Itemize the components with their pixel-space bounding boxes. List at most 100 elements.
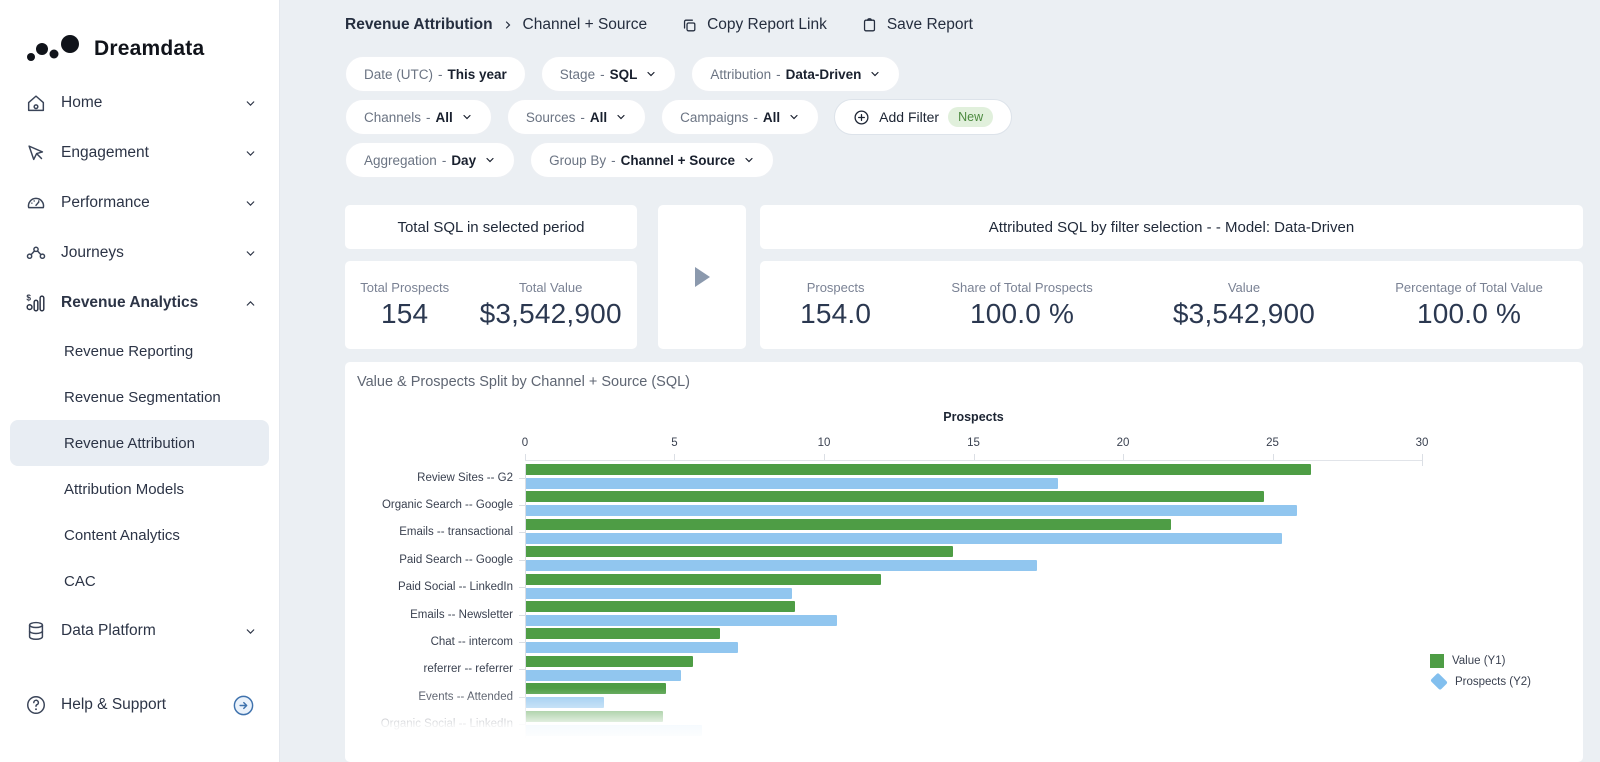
- legend-item[interactable]: Value (Y1): [1430, 650, 1531, 671]
- category-label: Chat -- intercom: [345, 636, 513, 648]
- value-bar[interactable]: [526, 656, 693, 667]
- svg-text:$: $: [26, 294, 31, 303]
- sidebar: Dreamdata Home Engagement Performance: [0, 0, 280, 762]
- category-label: Emails -- Newsletter: [345, 609, 513, 621]
- expand-arrow-panel[interactable]: [658, 205, 746, 349]
- value-bar[interactable]: [526, 464, 1311, 475]
- filter-attribution[interactable]: Attribution - Data-Driven: [691, 56, 900, 92]
- stat-label: Total Prospects: [360, 280, 449, 295]
- sidebar-item-data-platform[interactable]: Data Platform: [0, 606, 279, 656]
- stat-total-value: Total Value $3,542,900: [480, 280, 622, 330]
- value-bar[interactable]: [526, 711, 663, 722]
- x-tick-label: 25: [1266, 437, 1279, 449]
- save-report-label: Save Report: [887, 16, 973, 34]
- breadcrumb-page: Channel + Source: [523, 16, 648, 34]
- filter-group-by[interactable]: Group By - Channel + Source: [530, 142, 774, 178]
- filter-sources[interactable]: Sources - All: [507, 99, 646, 135]
- filter-date[interactable]: Date (UTC) - This year: [345, 56, 526, 92]
- x-tick-label: 15: [967, 437, 980, 449]
- chart-bar-group: Organic Search -- Google: [526, 491, 1422, 518]
- chevron-down-icon: [615, 111, 627, 123]
- filter-aggregation[interactable]: Aggregation - Day: [345, 142, 515, 178]
- arrow-right-circle-icon[interactable]: [232, 694, 255, 717]
- value-bar[interactable]: [526, 491, 1264, 502]
- prospects-bar[interactable]: [526, 505, 1297, 516]
- filter-row-1: Date (UTC) - This year Stage - SQL Attri…: [345, 56, 1583, 92]
- legend-diamond-marker: [1430, 673, 1448, 691]
- sidebar-item-revenue-reporting[interactable]: Revenue Reporting: [10, 328, 269, 374]
- filter-label: Attribution: [710, 67, 771, 82]
- sidebar-item-home[interactable]: Home: [0, 78, 279, 128]
- chart-bar-group: Review Sites -- G2: [526, 464, 1422, 491]
- sidebar-item-revenue-analytics[interactable]: $ Revenue Analytics: [0, 278, 279, 328]
- category-tick: [519, 724, 526, 725]
- copy-report-link-button[interactable]: Copy Report Link: [681, 16, 827, 34]
- stat-label: Total Value: [480, 280, 622, 295]
- sidebar-item-revenue-attribution[interactable]: Revenue Attribution: [10, 420, 269, 466]
- brand-logo[interactable]: Dreamdata: [0, 0, 279, 78]
- sidebar-item-revenue-segmentation[interactable]: Revenue Segmentation: [10, 374, 269, 420]
- sidebar-item-cac[interactable]: CAC: [10, 558, 269, 604]
- stat-share-of-total-prospects: Share of Total Prospects 100.0 %: [951, 280, 1092, 330]
- prospects-bar[interactable]: [526, 670, 681, 681]
- sidebar-item-help-support[interactable]: Help & Support: [0, 680, 279, 730]
- sidebar-item-journeys[interactable]: Journeys: [0, 228, 279, 278]
- sidebar-item-content-analytics[interactable]: Content Analytics: [10, 512, 269, 558]
- chevron-down-icon: [869, 68, 881, 80]
- prospects-bar[interactable]: [526, 725, 702, 736]
- plus-circle-icon: [853, 109, 870, 126]
- legend-item[interactable]: Prospects (Y2): [1430, 671, 1531, 692]
- prospects-bar[interactable]: [526, 588, 792, 599]
- prospects-bar[interactable]: [526, 697, 604, 708]
- prospects-bar[interactable]: [526, 615, 837, 626]
- stat-label: Value: [1173, 280, 1315, 295]
- prospects-bar[interactable]: [526, 533, 1282, 544]
- value-bar[interactable]: [526, 683, 666, 694]
- chevron-down-icon: [243, 146, 257, 160]
- x-tick-mark: [824, 454, 825, 460]
- breadcrumb-section[interactable]: Revenue Attribution: [345, 16, 493, 34]
- filter-value: SQL: [610, 67, 638, 82]
- x-axis-label: Prospects: [525, 410, 1422, 424]
- chevron-down-icon: [645, 68, 657, 80]
- stat-value: $3,542,900: [480, 298, 622, 330]
- sidebar-item-engagement[interactable]: Engagement: [0, 128, 279, 178]
- filter-label: Channels: [364, 110, 421, 125]
- copy-report-link-label: Copy Report Link: [707, 16, 827, 34]
- copy-icon: [681, 17, 698, 34]
- attributed-sql-card-title: Attributed SQL by filter selection - - M…: [760, 205, 1583, 249]
- value-bar[interactable]: [526, 574, 881, 585]
- x-tick-mark: [1123, 454, 1124, 460]
- cursor-icon: [24, 141, 48, 165]
- chart-rows: Review Sites -- G2Organic Search -- Goog…: [525, 464, 1422, 738]
- add-filter-button[interactable]: Add Filter New: [834, 99, 1012, 135]
- stat-value: Value $3,542,900: [1173, 280, 1315, 330]
- brand-name: Dreamdata: [94, 37, 204, 61]
- sidebar-item-attribution-models[interactable]: Attribution Models: [10, 466, 269, 512]
- x-tick-label: 0: [522, 437, 528, 449]
- x-axis-ticks: 051015202530: [525, 437, 1422, 453]
- chevron-down-icon: [243, 246, 257, 260]
- filter-campaigns[interactable]: Campaigns - All: [661, 99, 819, 135]
- save-report-button[interactable]: Save Report: [861, 16, 973, 34]
- value-bar[interactable]: [526, 601, 795, 612]
- chevron-down-icon: [484, 154, 496, 166]
- stat-label: Percentage of Total Value: [1395, 280, 1543, 295]
- stat-percentage-of-total-value: Percentage of Total Value 100.0 %: [1395, 280, 1543, 330]
- sub-item-label: Content Analytics: [64, 527, 180, 544]
- category-tick: [519, 642, 526, 643]
- filter-channels[interactable]: Channels - All: [345, 99, 492, 135]
- sidebar-item-performance[interactable]: Performance: [0, 178, 279, 228]
- save-icon: [861, 17, 878, 34]
- filter-stage[interactable]: Stage - SQL: [541, 56, 677, 92]
- prospects-bar[interactable]: [526, 560, 1037, 571]
- prospects-bar[interactable]: [526, 642, 738, 653]
- prospects-bar[interactable]: [526, 478, 1058, 489]
- sidebar-item-label: Journeys: [61, 244, 243, 262]
- filter-row-2: Channels - All Sources - All Campaigns -…: [345, 99, 1583, 135]
- value-bar[interactable]: [526, 519, 1171, 530]
- value-bar[interactable]: [526, 546, 953, 557]
- value-bar[interactable]: [526, 628, 720, 639]
- sidebar-item-label: Help & Support: [61, 696, 232, 714]
- chevron-down-icon: [788, 111, 800, 123]
